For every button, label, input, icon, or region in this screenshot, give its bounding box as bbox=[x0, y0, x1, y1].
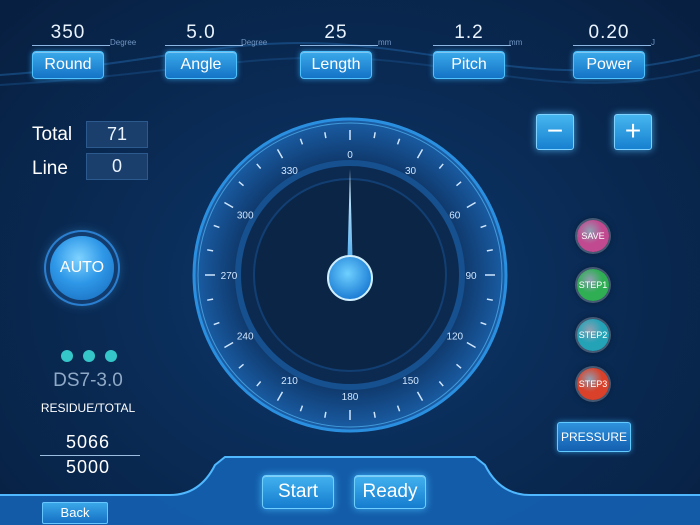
gauge-tick bbox=[324, 132, 327, 139]
gauge-tick bbox=[486, 249, 493, 252]
residue-divider bbox=[40, 455, 140, 456]
gauge-tick-label: 300 bbox=[237, 211, 254, 222]
gauge-hub bbox=[327, 255, 373, 301]
gauge-tick-label: 180 bbox=[342, 392, 359, 403]
total-value: 71 bbox=[86, 121, 148, 148]
power-button[interactable]: Power bbox=[573, 51, 645, 79]
pitch-unit: mm bbox=[509, 38, 523, 47]
round-underline bbox=[32, 45, 110, 46]
gauge-tick bbox=[373, 411, 376, 418]
decrease-button[interactable]: − bbox=[536, 114, 574, 150]
gauge-tick-label: 60 bbox=[449, 211, 461, 222]
step3-button[interactable]: STEP3 bbox=[577, 368, 609, 400]
total-value-count: 5000 bbox=[65, 457, 111, 477]
angle-button[interactable]: Angle bbox=[165, 51, 237, 79]
gauge-tick bbox=[324, 411, 327, 418]
gauge-tick-label: 150 bbox=[402, 376, 419, 387]
round-value: 350 bbox=[50, 22, 86, 43]
back-button[interactable]: Back bbox=[42, 502, 108, 524]
pitch-button[interactable]: Pitch bbox=[433, 51, 505, 79]
pitch-value: 1.2 bbox=[454, 22, 484, 43]
gauge-tick-label: 0 bbox=[347, 150, 353, 161]
power-value: 0.20 bbox=[588, 22, 630, 43]
gauge-tick-label: 240 bbox=[237, 332, 254, 343]
step2-button[interactable]: STEP2 bbox=[577, 319, 609, 351]
length-underline bbox=[300, 45, 378, 46]
residue-total-label: RESIDUE/TOTAL bbox=[40, 401, 136, 415]
gauge-tick-label: 30 bbox=[405, 166, 417, 177]
status-dot-3 bbox=[105, 350, 117, 362]
gauge-tick-label: 90 bbox=[465, 271, 477, 282]
round-unit: Degree bbox=[110, 38, 137, 47]
angle-gauge: 0 30 60 90 120 150 180 210 240 270 300 330 bbox=[192, 117, 508, 433]
param-length: 25 mm Length bbox=[300, 18, 392, 80]
gauge-tick bbox=[207, 249, 214, 252]
param-pitch: 1.2 mm Pitch bbox=[433, 18, 523, 80]
line-label: Line bbox=[32, 158, 68, 179]
angle-underline bbox=[165, 45, 243, 46]
power-underline bbox=[573, 45, 651, 46]
gauge-tick bbox=[207, 298, 214, 301]
gauge-tick-label: 330 bbox=[281, 166, 298, 177]
gauge-tick-label: 120 bbox=[446, 332, 463, 343]
status-dot-1 bbox=[61, 350, 73, 362]
auto-button[interactable]: AUTO bbox=[50, 236, 114, 300]
param-round: 350 Degree Round bbox=[32, 18, 136, 80]
device-model: DS7-3.0 bbox=[53, 370, 123, 391]
round-button[interactable]: Round bbox=[32, 51, 104, 79]
gauge-tick-label: 270 bbox=[221, 271, 238, 282]
step1-button[interactable]: STEP1 bbox=[577, 269, 609, 301]
gauge-tick-label: 210 bbox=[281, 376, 298, 387]
total-label: Total bbox=[32, 124, 73, 145]
line-value: 0 bbox=[86, 153, 148, 180]
start-button[interactable]: Start bbox=[262, 475, 334, 509]
gauge-tick bbox=[373, 132, 376, 139]
status-dot-2 bbox=[83, 350, 95, 362]
angle-value: 5.0 bbox=[186, 22, 216, 43]
param-angle: 5.0 Degree Angle bbox=[165, 18, 267, 80]
pressure-button[interactable]: PRESSURE bbox=[557, 422, 631, 452]
ready-button[interactable]: Ready bbox=[354, 475, 426, 509]
power-unit: J bbox=[651, 38, 655, 47]
angle-unit: Degree bbox=[241, 38, 268, 47]
pitch-underline bbox=[433, 45, 511, 46]
gauge-tick bbox=[486, 298, 493, 301]
residue-value: 5066 bbox=[65, 432, 111, 452]
param-power: 0.20 J Power bbox=[573, 18, 663, 80]
length-unit: mm bbox=[378, 38, 392, 47]
length-button[interactable]: Length bbox=[300, 51, 372, 79]
save-button[interactable]: SAVE bbox=[577, 220, 609, 252]
length-value: 25 bbox=[324, 22, 348, 43]
increase-button[interactable]: + bbox=[614, 114, 652, 150]
